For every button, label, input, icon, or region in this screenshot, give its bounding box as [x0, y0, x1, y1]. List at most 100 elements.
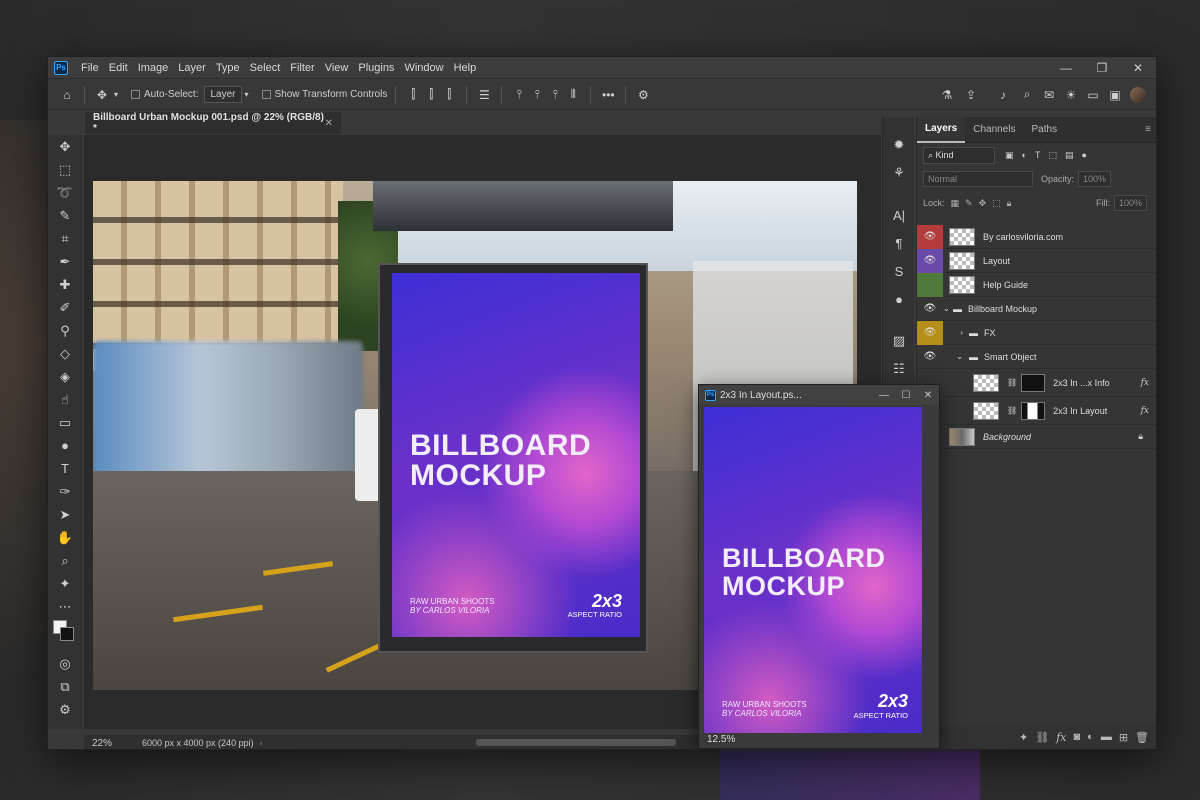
bell-icon[interactable]: ♪: [994, 88, 1012, 102]
distribute-icon[interactable]: ☰: [475, 88, 493, 102]
link-layers-icon[interactable]: ⛓: [1035, 731, 1049, 744]
lasso-tool-icon[interactable]: ➰: [48, 181, 82, 204]
link-icon[interactable]: ⛓: [1007, 378, 1017, 387]
layer-group-row[interactable]: 👁︎ › ▬ FX: [917, 320, 1156, 345]
filter-toggle-icon[interactable]: ●: [1081, 150, 1086, 160]
rectangle-tool-icon[interactable]: ▭: [48, 411, 82, 434]
opacity-input[interactable]: 100%: [1078, 171, 1112, 187]
menu-view[interactable]: View: [320, 62, 354, 74]
healing-brush-icon[interactable]: ✚: [48, 273, 82, 296]
filter-shape-icon[interactable]: ⬚: [1048, 150, 1057, 161]
eraser-tool-icon[interactable]: ◇: [48, 342, 82, 365]
character-icon[interactable]: A|: [883, 201, 915, 229]
pen-tool-icon[interactable]: ✑: [48, 480, 82, 503]
auto-select-dropdown[interactable]: Layer: [204, 86, 242, 103]
lock-transparent-icon[interactable]: ▦: [951, 198, 960, 209]
lock-position-icon[interactable]: ✥: [979, 198, 987, 209]
smudge-tool-icon[interactable]: ☝: [48, 388, 82, 411]
lock-all-icon[interactable]: 🔒︎: [1007, 198, 1012, 209]
maximize-icon[interactable]: ☐: [895, 390, 917, 401]
chevron-right-icon[interactable]: ›: [943, 328, 963, 337]
delete-layer-icon[interactable]: 🗑︎: [1135, 731, 1149, 744]
adjustments-icon[interactable]: ⚘: [883, 159, 915, 187]
horizontal-scrollbar[interactable]: [476, 739, 676, 746]
floating-zoom-level[interactable]: 12.5%: [707, 734, 735, 745]
align-middle-icon[interactable]: ⫯: [528, 87, 546, 102]
layer-group-row[interactable]: 👁︎ ⌄ ▬ Billboard Mockup: [917, 297, 1156, 321]
new-layer-icon[interactable]: ⊞: [1119, 731, 1128, 744]
transform-controls-checkbox[interactable]: [261, 90, 271, 99]
stamp-tool-icon[interactable]: ⚲: [48, 319, 82, 342]
eye-icon[interactable]: 👁︎: [917, 224, 943, 249]
align-top-icon[interactable]: ⫯: [510, 87, 528, 102]
lightbulb-icon[interactable]: ☀: [1062, 88, 1080, 102]
layer-row[interactable]: 👁︎ Layout: [917, 248, 1156, 273]
brush-tool-icon[interactable]: ✐: [48, 296, 82, 319]
chevron-down-icon[interactable]: ▾: [111, 90, 121, 99]
panel-menu-icon[interactable]: ≡: [1145, 124, 1151, 135]
object-select-tool-icon[interactable]: ✎: [48, 204, 82, 227]
color-swatches[interactable]: [48, 618, 81, 652]
move-tool-icon[interactable]: ✥: [93, 88, 111, 102]
search-icon[interactable]: ⌕: [1018, 87, 1036, 102]
layer-group-row[interactable]: 👁︎ ⌄ ▬ Smart Object: [917, 345, 1156, 369]
image-icon[interactable]: ▨: [883, 327, 915, 355]
zoom-tool-icon[interactable]: ⌕: [48, 549, 82, 572]
visibility-toggle[interactable]: [917, 272, 943, 297]
paragraph-icon[interactable]: ¶: [883, 229, 915, 257]
layer-row[interactable]: ⛓ 2x3 In ...x Info fx: [917, 369, 1156, 397]
lock-artboard-icon[interactable]: ⬚: [992, 198, 1001, 209]
align-center-icon[interactable]: ⫿: [422, 87, 440, 102]
auto-select-option[interactable]: Auto-Select:: [131, 89, 198, 100]
fill-input[interactable]: 100%: [1113, 195, 1147, 211]
type-tool-icon[interactable]: T: [48, 457, 82, 480]
filter-pixel-icon[interactable]: ▣: [1005, 150, 1014, 161]
lock-pixels-icon[interactable]: ✎: [965, 198, 973, 209]
distribute-vertical-icon[interactable]: ⫴: [564, 87, 582, 102]
close-tab-icon[interactable]: ✕: [325, 118, 333, 129]
generate-icon[interactable]: ✦: [1019, 731, 1028, 744]
menu-window[interactable]: Window: [399, 62, 448, 74]
color-icon[interactable]: ●: [883, 285, 915, 313]
chat-icon[interactable]: ✉: [1040, 88, 1058, 102]
document-info[interactable]: 6000 px x 4000 px (240 ppi): [142, 738, 254, 748]
eye-icon[interactable]: 👁︎: [917, 320, 943, 345]
generative-fill-icon[interactable]: ✦: [48, 572, 82, 595]
filter-smart-object-icon[interactable]: ▤: [1065, 150, 1074, 161]
share-icon[interactable]: ⇪: [962, 88, 980, 102]
align-right-icon[interactable]: ⫿: [440, 87, 458, 102]
fx-icon[interactable]: fx: [1141, 378, 1149, 388]
close-icon[interactable]: ✕: [917, 390, 939, 401]
more-tools-icon[interactable]: ⋯: [48, 595, 82, 618]
add-style-icon[interactable]: fx: [1056, 731, 1066, 744]
chevron-down-icon[interactable]: ⌄: [943, 304, 953, 313]
floating-document-window[interactable]: Ps 2x3 In Layout.ps... — ☐ ✕ BILLBOARD M…: [698, 384, 940, 749]
add-mask-icon[interactable]: ◙: [1074, 731, 1081, 743]
blend-mode-dropdown[interactable]: Normal: [923, 171, 1033, 187]
menu-select[interactable]: Select: [245, 62, 286, 74]
menu-layer[interactable]: Layer: [173, 62, 211, 74]
more-options-icon[interactable]: •••: [599, 88, 617, 102]
home-icon[interactable]: ⌂: [58, 88, 76, 102]
workspace-icon[interactable]: ▭: [1084, 88, 1102, 102]
lock-icon[interactable]: 🔒︎: [1138, 431, 1143, 442]
menu-image[interactable]: Image: [133, 62, 174, 74]
plugin-icon[interactable]: ⚙: [48, 698, 82, 721]
eye-icon[interactable]: 👁︎: [917, 345, 943, 369]
tab-layers[interactable]: Layers: [917, 116, 966, 143]
floating-window-titlebar[interactable]: Ps 2x3 In Layout.ps... — ☐ ✕: [699, 385, 939, 405]
close-icon[interactable]: ✕: [1120, 61, 1156, 75]
dodge-tool-icon[interactable]: ●: [48, 434, 82, 457]
flask-icon[interactable]: ⚗: [938, 88, 956, 102]
discover-icon[interactable]: ▣: [1106, 88, 1124, 102]
chevron-left-icon[interactable]: ‹: [260, 738, 263, 748]
tab-channels[interactable]: Channels: [965, 117, 1023, 143]
eyedropper-tool-icon[interactable]: ✒: [48, 250, 82, 273]
filter-kind-dropdown[interactable]: ⌕ Kind: [923, 146, 995, 164]
minimize-icon[interactable]: —: [1048, 61, 1084, 75]
styles-icon[interactable]: S: [883, 257, 915, 285]
learn-icon[interactable]: ✹: [883, 131, 915, 159]
crop-tool-icon[interactable]: ⌗: [48, 227, 82, 250]
eye-icon[interactable]: 👁︎: [917, 297, 943, 321]
filter-adjustment-icon[interactable]: ◐: [1022, 150, 1027, 160]
